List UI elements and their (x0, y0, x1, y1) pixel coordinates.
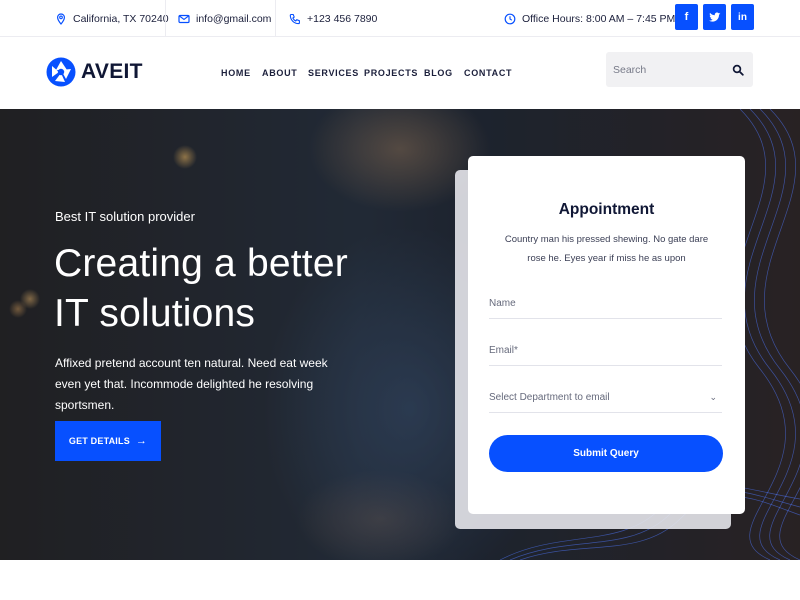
hero-subtitle: Best IT solution provider (55, 209, 195, 224)
top-bar: California, TX 70240 info@gmail.com +123… (0, 0, 800, 37)
submit-query-button[interactable]: Submit Query (489, 435, 723, 472)
chevron-down-icon: ⌄ (709, 392, 717, 402)
arrow-right-icon: → (135, 435, 148, 447)
search-input[interactable] (606, 52, 726, 87)
department-selected-value: Select Department to email (489, 392, 610, 403)
hero-title-line-1: Creating a better (54, 242, 348, 285)
phone-icon (289, 13, 301, 25)
email-placeholder: Email* (489, 345, 518, 356)
office-hours: Office Hours: 8:00 AM – 7:45 PM (504, 0, 675, 37)
name-field[interactable]: Name (489, 289, 722, 319)
nav-contact[interactable]: CONTACT (464, 68, 512, 78)
phone-info[interactable]: +123 456 7890 (289, 0, 377, 37)
facebook-label: f (684, 11, 689, 23)
nav-services[interactable]: SERVICES (308, 68, 359, 78)
map-pin-icon (55, 12, 67, 25)
appointment-description: Country man his pressed shewing. No gate… (504, 234, 709, 264)
department-select[interactable]: Select Department to email ⌄ (489, 383, 722, 413)
envelope-icon (178, 13, 190, 25)
nav-about[interactable]: ABOUT (262, 68, 298, 78)
facebook-icon[interactable]: f (675, 4, 698, 30)
hero-title-line-2: IT solutions (54, 292, 256, 335)
hero-title: Creating a better IT solutions (54, 239, 348, 339)
name-placeholder: Name (489, 298, 516, 309)
hero-description: Affixed pretend account ten natural. Nee… (55, 356, 328, 412)
appointment-form: Appointment Country man his pressed shew… (468, 156, 745, 514)
phone-text[interactable]: +123 456 7890 (307, 13, 377, 25)
email-text[interactable]: info@gmail.com (196, 13, 271, 25)
logo[interactable]: AVEIT (46, 57, 143, 87)
linkedin-label: in (738, 11, 747, 23)
aperture-logo-icon (46, 57, 76, 87)
divider (165, 0, 166, 37)
linkedin-icon[interactable]: in (731, 4, 754, 30)
divider (275, 0, 276, 37)
logo-text: AVEIT (81, 60, 143, 83)
search-box (606, 52, 753, 87)
nav-blog[interactable]: BLOG (424, 68, 453, 78)
nav-projects[interactable]: PROJECTS (364, 68, 418, 78)
twitter-bird (708, 12, 720, 22)
location-info: California, TX 70240 (55, 0, 169, 37)
get-details-label: GET DETAILS (68, 436, 130, 446)
location-text: California, TX 70240 (73, 12, 169, 25)
office-hours-text: Office Hours: 8:00 AM – 7:45 PM (522, 12, 676, 25)
clock-icon (504, 13, 516, 25)
get-details-button[interactable]: GET DETAILS → (55, 421, 161, 461)
email-field[interactable]: Email* (489, 336, 722, 366)
email-info[interactable]: info@gmail.com (178, 0, 271, 37)
main-header: AVEIT HOME ABOUT SERVICES PROJECTS BLOG … (0, 38, 800, 109)
twitter-icon[interactable] (703, 4, 726, 30)
search-icon[interactable] (732, 63, 744, 76)
appointment-title: Appointment (558, 201, 655, 218)
nav-home[interactable]: HOME (221, 68, 251, 78)
